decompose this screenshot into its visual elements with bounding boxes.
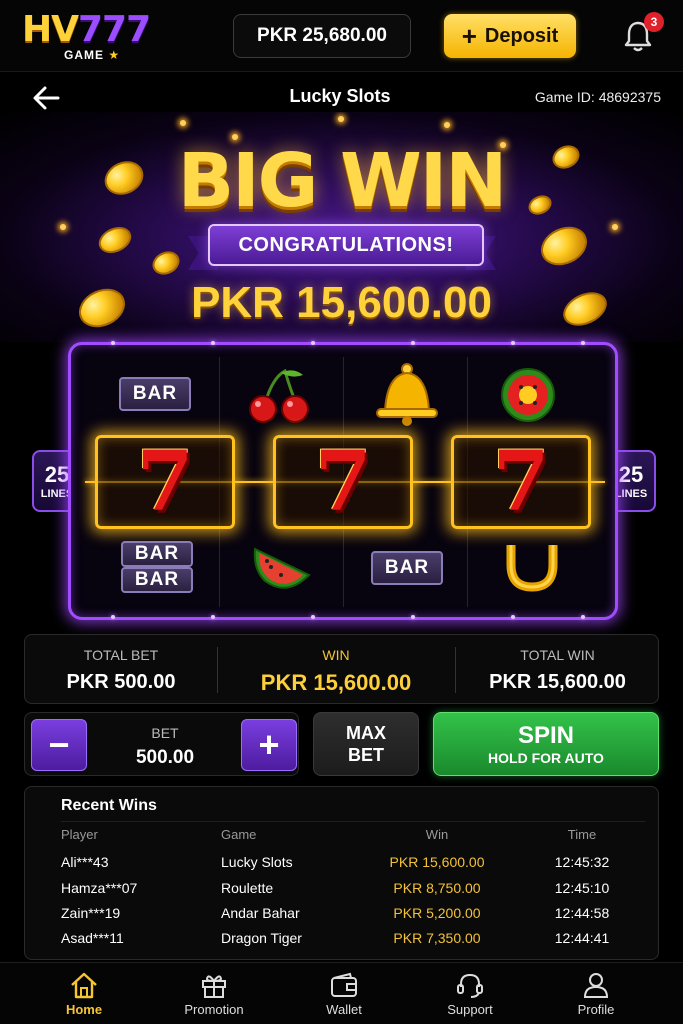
total-win-stat: TOTAL WIN PKR 15,600.00 <box>489 647 626 693</box>
bet-stats-panel: TOTAL BET PKR 500.00 WIN PKR 15,600.00 T… <box>24 634 659 704</box>
winning-seven-2: 7 <box>273 435 413 529</box>
wallet-icon <box>331 972 357 997</box>
slot-reels: BAR 7 7 7 BAR BAR BAR <box>68 341 618 620</box>
brand-logo[interactable]: HV777 GAME ★ <box>22 10 152 64</box>
bet-stepper: − BET 500.00 + <box>24 712 299 776</box>
watermelon-icon <box>501 368 555 422</box>
notification-badge: 3 <box>644 12 664 32</box>
win-stat: WIN PKR 15,600.00 <box>260 647 412 695</box>
nav-item-wallet[interactable]: Wallet <box>284 963 404 1024</box>
deposit-label: Deposit <box>484 24 559 47</box>
watermelon-slice-icon <box>253 547 311 589</box>
recent-wins-panel: Recent Wins Player Game Win Time Ali***4… <box>24 786 659 960</box>
headset-icon <box>457 973 483 998</box>
increase-bet-button[interactable]: + <box>241 719 297 771</box>
top-bar: HV777 GAME ★ PKR 25,680.00 + Deposit 3 <box>0 0 683 72</box>
cherry-icon <box>249 368 309 423</box>
nav-item-support[interactable]: Support <box>410 963 530 1024</box>
bet-label: BET <box>151 725 179 741</box>
table-header: Player Game Win Time <box>61 827 597 842</box>
user-icon <box>583 973 609 998</box>
double-bar-symbol-top: BAR <box>121 541 193 567</box>
bar-symbol: BAR <box>119 377 191 411</box>
home-icon <box>71 972 97 999</box>
bar-symbol-bottom: BAR <box>371 551 443 585</box>
big-win-headline: BIG WIN <box>177 138 508 224</box>
spin-button[interactable]: SPIN HOLD FOR AUTO <box>433 712 659 776</box>
nav-item-profile[interactable]: Profile <box>536 963 656 1024</box>
gift-icon <box>202 975 226 998</box>
winning-seven-3: 7 <box>451 435 591 529</box>
total-bet-stat: TOTAL BET PKR 500.00 <box>66 647 176 693</box>
table-row: Asad***11 Dragon Tiger PKR 7,350.00 12:4… <box>61 930 610 946</box>
recent-wins-title: Recent Wins <box>61 797 157 814</box>
table-row: Ali***43 Lucky Slots PKR 15,600.00 12:45… <box>61 854 610 870</box>
plus-icon: + <box>461 21 477 51</box>
nav-item-promotion[interactable]: Promotion <box>154 963 274 1024</box>
bell-icon <box>376 363 438 426</box>
max-bet-button[interactable]: MAX BET <box>313 712 419 776</box>
bottom-nav: Home Promotion Wallet Support Profile <box>0 962 683 1024</box>
big-win-amount: PKR 15,600.00 <box>191 278 492 327</box>
deposit-button[interactable]: + Deposit <box>444 14 576 58</box>
horseshoe-icon <box>506 545 558 592</box>
bet-value: 500.00 <box>135 747 195 768</box>
big-win-banner: BIG WIN CONGRATULATIONS! PKR 15,600.00 <box>0 112 683 342</box>
page-title: Lucky Slots <box>289 86 391 106</box>
coin-icon <box>148 247 184 279</box>
table-row: Zain***19 Andar Bahar PKR 5,200.00 12:44… <box>61 905 610 921</box>
congratulations-ribbon: CONGRATULATIONS! <box>208 224 484 266</box>
winning-seven-1: 7 <box>95 435 235 529</box>
coin-icon <box>94 221 136 259</box>
double-bar-symbol-bottom: BAR <box>121 567 193 593</box>
back-arrow-icon[interactable] <box>32 84 62 112</box>
nav-item-home[interactable]: Home <box>24 963 144 1024</box>
table-row: Hamza***07 Roulette PKR 8,750.00 12:45:1… <box>61 880 610 896</box>
coin-icon <box>534 219 594 273</box>
game-id: Game ID: 48692375 <box>534 89 661 105</box>
balance-display: PKR 25,680.00 <box>233 14 411 58</box>
decrease-bet-button[interactable]: − <box>31 719 87 771</box>
